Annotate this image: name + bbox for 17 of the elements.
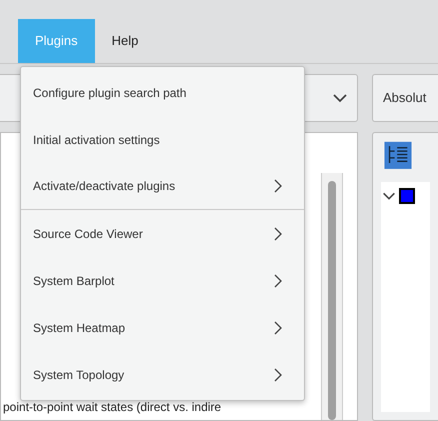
tree-node-icon	[399, 188, 415, 204]
menu-bar-item[interactable]: Help	[94, 19, 156, 63]
menu-item[interactable]: System Topology	[21, 351, 304, 398]
menu-item[interactable]: System Barplot	[21, 257, 304, 304]
toolbar-button[interactable]: Absolut	[372, 74, 438, 122]
menu-item[interactable]: Initial activation settings	[21, 116, 304, 163]
chevron-right-icon	[272, 178, 284, 194]
list-row[interactable]: point-to-point wait states (direct vs. indire	[1, 398, 357, 416]
scrollbar-handle[interactable]	[328, 181, 336, 420]
chevron-right-icon	[272, 272, 284, 288]
menu-item[interactable]: Configure plugin search path	[21, 69, 304, 116]
chevron-right-icon	[272, 320, 284, 336]
chevron-right-icon	[272, 226, 284, 242]
menu-item[interactable]: Source Code Viewer	[21, 210, 304, 257]
chevron-right-icon	[272, 366, 284, 382]
menu-item[interactable]: Activate/deactivate plugins	[21, 163, 304, 210]
menu-item[interactable]: System Heatmap	[21, 304, 304, 351]
